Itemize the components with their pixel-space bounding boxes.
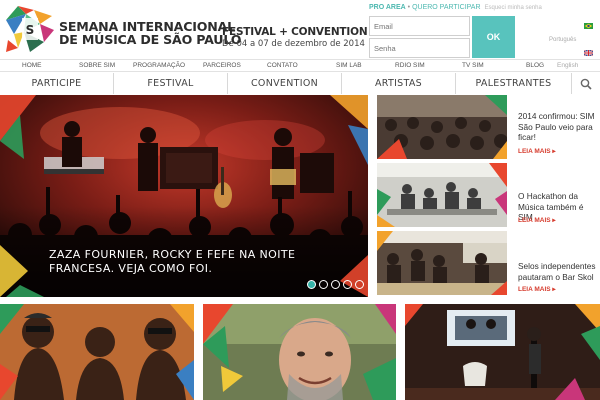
news-thumb-2[interactable]: [377, 163, 507, 227]
news-read-more-2[interactable]: LEIA MAIS ▸: [518, 216, 556, 224]
conference-audience-photo: [377, 95, 507, 159]
top-nav-blog[interactable]: BLOG: [526, 62, 544, 69]
artist-tile-2[interactable]: [203, 304, 396, 400]
link-separator: •: [407, 4, 411, 11]
slider-dot-1[interactable]: [307, 280, 316, 289]
news-title-3[interactable]: Selos independentes pautaram o Bar Skol: [518, 261, 600, 282]
slider-dot-2[interactable]: [319, 280, 328, 289]
slider-dot-5[interactable]: [355, 280, 364, 289]
top-nav-rdio-sim[interactable]: RDIO SIM: [395, 62, 425, 69]
slider-dots: [307, 280, 364, 289]
news-read-more-3[interactable]: LEIA MAIS ▸: [518, 285, 556, 293]
news-read-more-1[interactable]: LEIA MAIS ▸: [518, 147, 556, 155]
top-nav-sobre[interactable]: SOBRE SIM: [79, 62, 115, 69]
news-item: 2014 confirmou: SIM São Paulo veio para …: [377, 95, 600, 159]
search-button[interactable]: [572, 73, 600, 94]
magnifier-icon: [580, 78, 592, 90]
hero-caption[interactable]: ZAZA FOURNIER, ROCKY E FEFE NA NOITE FRA…: [49, 248, 295, 276]
tagline-dates: De 04 a 07 de dezembro de 2014: [222, 39, 365, 49]
hero-slider[interactable]: ZAZA FOURNIER, ROCKY E FEFE NA NOITE FRA…: [0, 95, 368, 297]
tab-palestrantes[interactable]: PALESTRANTES: [456, 73, 572, 94]
top-nav: HOME SOBRE SIM PROGRAMAÇÃO PARCEIROS CON…: [0, 59, 600, 72]
artist-tile-3[interactable]: [405, 304, 600, 400]
login-ok-button[interactable]: OK: [472, 16, 515, 58]
login-form: PRO AREA • QUERO PARTICIPAR Esqueci minh…: [369, 4, 545, 58]
tagline-title: FESTIVAL + CONVENTION: [222, 26, 368, 38]
lang-portuguese[interactable]: Português: [549, 37, 576, 43]
main-nav: PARTICIPE FESTIVAL CONVENTION ARTISTAS P…: [0, 73, 600, 95]
news-thumb-1[interactable]: [377, 95, 507, 159]
top-nav-tv-sim[interactable]: TV SIM: [462, 62, 484, 69]
top-nav-contato[interactable]: CONTATO: [267, 62, 298, 69]
artists-group-photo: [0, 304, 194, 400]
sim-logo-icon[interactable]: S: [4, 4, 56, 54]
tab-festival[interactable]: FESTIVAL: [114, 73, 228, 94]
top-nav-programacao[interactable]: PROGRAMAÇÃO: [133, 62, 185, 69]
artist-tile-1[interactable]: [0, 304, 194, 400]
event-tagline: FESTIVAL + CONVENTION De 04 a 07 de deze…: [222, 26, 368, 49]
speaker-portrait-photo: [203, 304, 396, 400]
uk-flag-icon[interactable]: [584, 50, 593, 56]
top-nav-parceiros[interactable]: PARCEIROS: [203, 62, 241, 69]
news-thumb-3[interactable]: [377, 231, 507, 295]
site-header: S SEMANA INTERNACIONAL DE MÚSICA DE SÃO …: [0, 0, 600, 58]
top-nav-sim-lab[interactable]: SIM LAB: [336, 62, 362, 69]
brand-name[interactable]: SEMANA INTERNACIONAL DE MÚSICA DE SÃO PA…: [59, 20, 241, 46]
tab-participe[interactable]: PARTICIPE: [0, 73, 114, 94]
hackathon-room-photo: [377, 163, 507, 227]
slider-dot-3[interactable]: [331, 280, 340, 289]
password-field[interactable]: [369, 38, 470, 58]
lang-english-label[interactable]: English: [557, 62, 578, 69]
hero-caption-line-1: ZAZA FOURNIER, ROCKY E FEFE NA NOITE: [49, 248, 296, 261]
top-nav-home[interactable]: HOME: [22, 62, 42, 69]
news-item: Selos independentes pautaram o Bar Skol …: [377, 231, 600, 295]
bar-panel-photo: [377, 231, 507, 295]
tab-artistas[interactable]: ARTISTAS: [342, 73, 456, 94]
slider-dot-4[interactable]: [343, 280, 352, 289]
panel-stage-photo: [405, 304, 600, 400]
news-title-1[interactable]: 2014 confirmou: SIM São Paulo veio para …: [518, 111, 600, 143]
email-field[interactable]: [369, 16, 470, 36]
brazil-flag-icon[interactable]: [584, 23, 593, 29]
pro-area-link[interactable]: PRO AREA: [369, 4, 406, 11]
join-link[interactable]: QUERO PARTICIPAR: [412, 4, 480, 11]
brand-line-2: DE MÚSICA DE SÃO PAULO: [59, 32, 242, 47]
login-links: PRO AREA • QUERO PARTICIPAR Esqueci minh…: [369, 4, 545, 11]
news-item: O Hackathon da Música também é SIM LEIA …: [377, 163, 600, 227]
tab-convention[interactable]: CONVENTION: [228, 73, 342, 94]
forgot-password-link[interactable]: Esqueci minha senha: [484, 5, 541, 11]
hero-caption-line-2: FRANCESA. VEJA COMO FOI.: [49, 262, 213, 275]
svg-text:S: S: [26, 23, 35, 37]
